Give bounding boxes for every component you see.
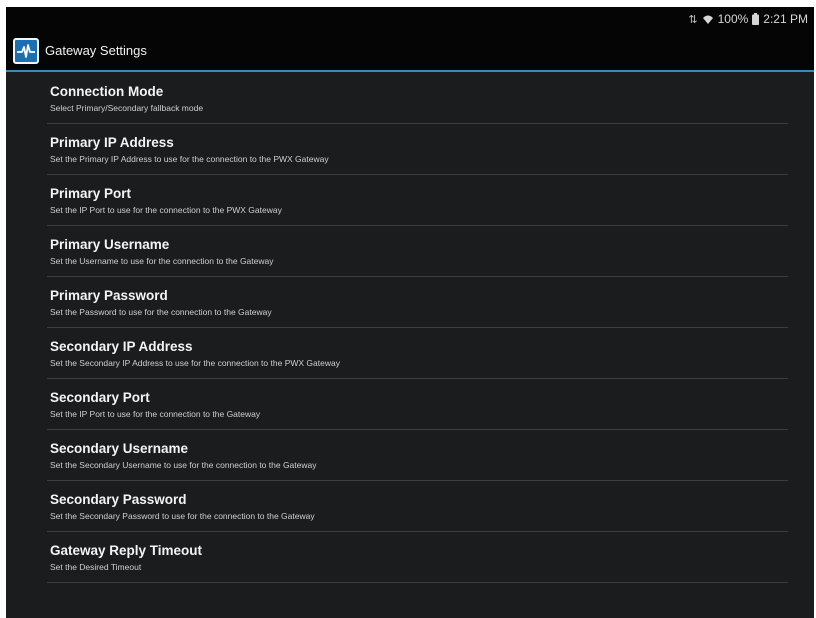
setting-title: Secondary IP Address	[50, 339, 193, 354]
setting-title: Secondary Username	[50, 441, 189, 456]
setting-title: Primary IP Address	[50, 135, 174, 150]
app-logo-icon[interactable]	[13, 38, 39, 64]
setting-primary-username[interactable]: Primary Username Set the Username to use…	[47, 226, 788, 277]
setting-description: Set the Primary IP Address to use for th…	[50, 154, 329, 164]
setting-description: Select Primary/Secondary fallback mode	[50, 103, 204, 113]
setting-gateway-reply-timeout[interactable]: Gateway Reply Timeout Set the Desired Ti…	[47, 532, 788, 583]
setting-primary-password[interactable]: Primary Password Set the Password to use…	[47, 277, 788, 328]
app-window: ⇅ 100% 2:21 PM Gateway Settings Connecti…	[6, 7, 814, 618]
setting-title: Secondary Port	[50, 390, 150, 405]
setting-description: Set the IP Port to use for the connectio…	[50, 409, 261, 419]
setting-description: Set the Secondary Password to use for th…	[50, 511, 315, 521]
setting-secondary-username[interactable]: Secondary Username Set the Secondary Use…	[47, 430, 788, 481]
clock: 2:21 PM	[763, 12, 808, 26]
setting-description: Set the IP Port to use for the connectio…	[50, 205, 282, 215]
setting-secondary-ip-address[interactable]: Secondary IP Address Set the Secondary I…	[47, 328, 788, 379]
setting-title: Primary Port	[50, 186, 132, 201]
setting-title: Gateway Reply Timeout	[50, 543, 203, 558]
status-icons: ⇅ 100% 2:21 PM	[688, 12, 808, 26]
battery-icon	[752, 13, 760, 25]
setting-title: Secondary Password	[50, 492, 187, 507]
setting-title: Primary Password	[50, 288, 168, 303]
setting-description: Set the Desired Timeout	[50, 562, 142, 572]
battery-percent: 100%	[717, 12, 749, 26]
setting-primary-port[interactable]: Primary Port Set the IP Port to use for …	[47, 175, 788, 226]
page-title: Gateway Settings	[45, 43, 147, 58]
wifi-icon	[702, 14, 714, 25]
setting-title: Connection Mode	[50, 84, 164, 99]
action-bar: Gateway Settings	[6, 31, 814, 71]
setting-description: Set the Secondary IP Address to use for …	[50, 358, 340, 368]
setting-title: Primary Username	[50, 237, 170, 252]
setting-secondary-password[interactable]: Secondary Password Set the Secondary Pas…	[47, 481, 788, 532]
settings-list: Connection Mode Select Primary/Secondary…	[47, 73, 788, 583]
setting-description: Set the Password to use for the connecti…	[50, 307, 272, 317]
setting-secondary-port[interactable]: Secondary Port Set the IP Port to use fo…	[47, 379, 788, 430]
status-bar: ⇅ 100% 2:21 PM	[6, 7, 814, 31]
setting-description: Set the Username to use for the connecti…	[50, 256, 274, 266]
setting-primary-ip-address[interactable]: Primary IP Address Set the Primary IP Ad…	[47, 124, 788, 175]
mute-icon: ⇅	[688, 13, 698, 26]
setting-description: Set the Secondary Username to use for th…	[50, 460, 317, 470]
setting-connection-mode[interactable]: Connection Mode Select Primary/Secondary…	[47, 73, 788, 124]
action-bar-divider	[6, 70, 814, 72]
